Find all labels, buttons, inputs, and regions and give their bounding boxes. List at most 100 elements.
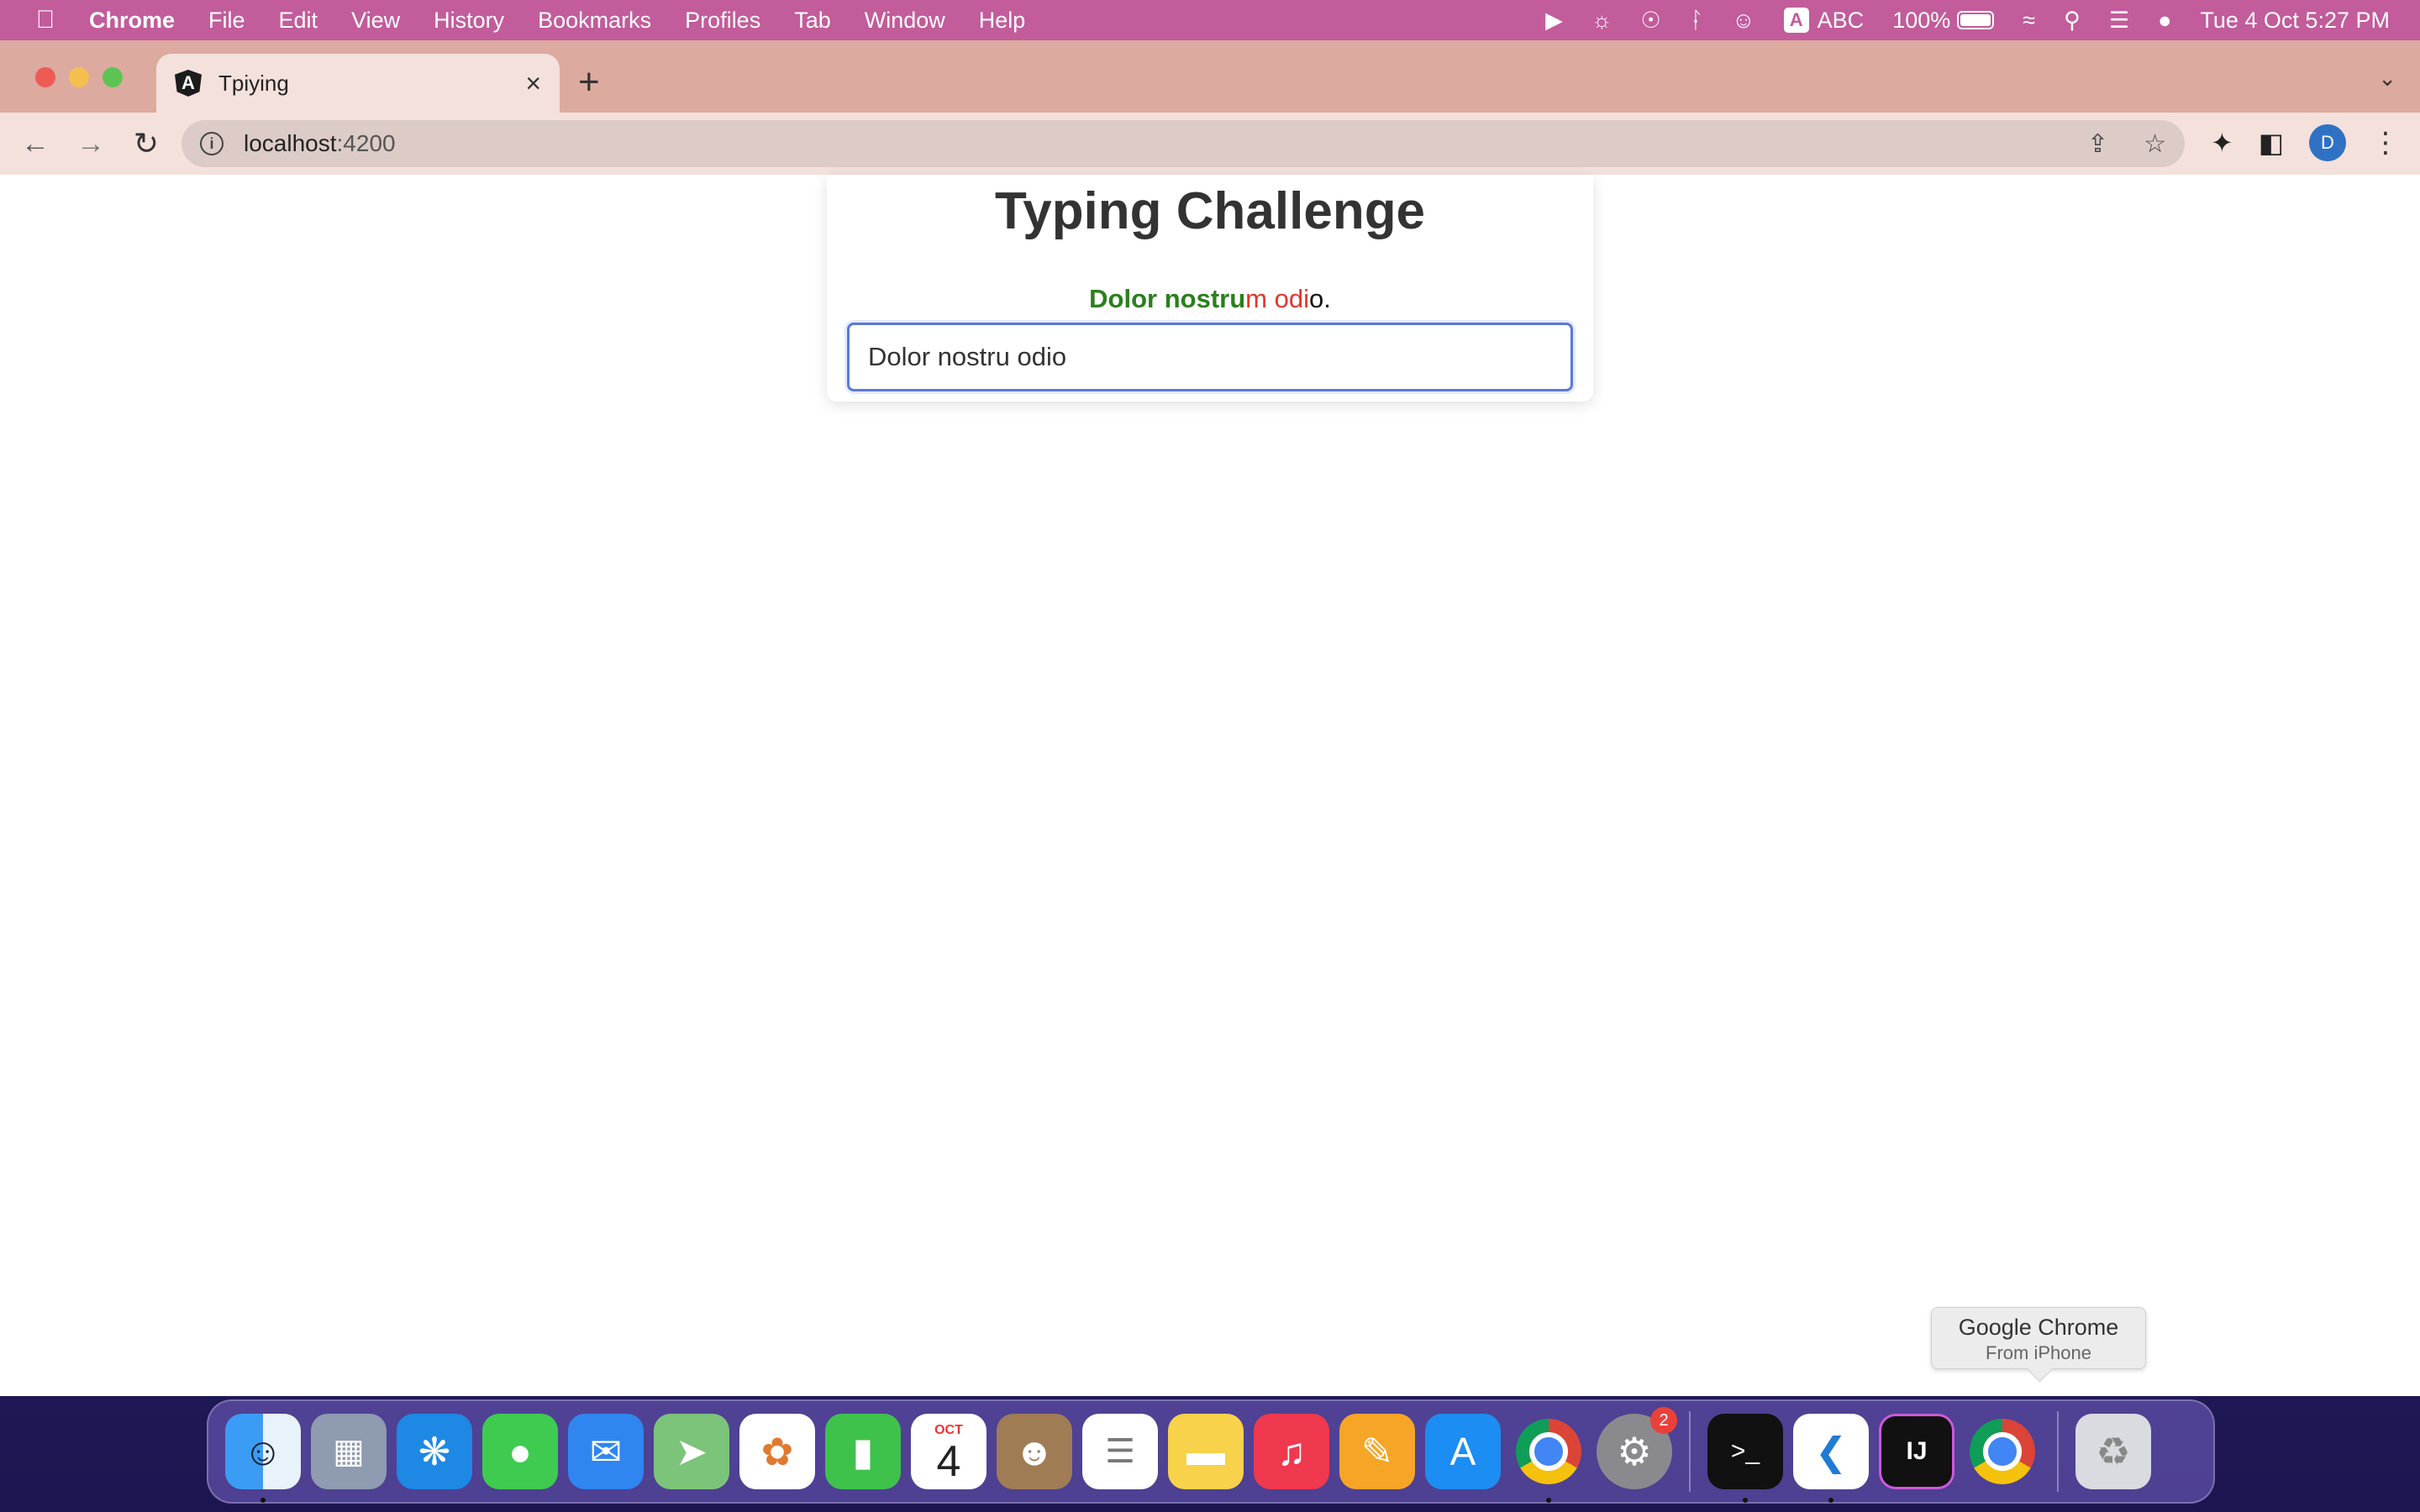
menu-bookmarks[interactable]: Bookmarks [538, 8, 651, 34]
system-settings-icon[interactable]: ⚙ 2 [1597, 1407, 1677, 1489]
intellij-label: IJ [1906, 1437, 1928, 1465]
finder-icon[interactable]: ☺ [225, 1414, 301, 1503]
siri-icon[interactable]: ● [2158, 8, 2171, 34]
side-panel-icon[interactable]: ◧ [2259, 127, 2284, 159]
trash-icon[interactable]: ♻ [2075, 1414, 2151, 1489]
challenge-pending-text: o. [1308, 284, 1331, 313]
close-tab-icon[interactable]: × [525, 68, 541, 99]
control-center-icon[interactable]: ☰ [2109, 8, 2129, 34]
contacts-icon[interactable]: ☻ [997, 1414, 1072, 1489]
maps-icon[interactable]: ➤ [654, 1414, 729, 1489]
menu-profiles[interactable]: Profiles [685, 8, 760, 34]
chevron-down-icon[interactable]: ⌄ [2378, 66, 2396, 92]
vscode-icon[interactable]: ❮ [1793, 1414, 1869, 1503]
tab-strip: A Tpiying × + ⌄ [0, 40, 2420, 113]
menu-help[interactable]: Help [979, 8, 1026, 34]
music-icon[interactable]: ♫ [1254, 1414, 1329, 1489]
chrome-logo [1516, 1419, 1581, 1484]
notes-icon[interactable]: ▬ [1168, 1414, 1244, 1489]
menu-tab[interactable]: Tab [794, 8, 831, 34]
running-indicator [1546, 1498, 1551, 1503]
spotlight-icon[interactable]: ⚲ [2064, 8, 2081, 34]
forward-button[interactable]: → [74, 128, 108, 160]
running-indicator [260, 1498, 266, 1503]
user-icon[interactable]: ☺ [1732, 8, 1755, 34]
mail-icon[interactable]: ✉ [568, 1414, 644, 1489]
menu-edit[interactable]: Edit [279, 8, 318, 34]
tab-active[interactable]: A Tpiying × [156, 54, 560, 113]
window-controls [35, 67, 136, 87]
url-host: localhost [244, 130, 337, 156]
dock-separator [2057, 1411, 2059, 1492]
page-title: Typing Challenge [994, 182, 1426, 240]
input-source-icon: A [1783, 8, 1809, 33]
safari-icon[interactable]: ❋ [397, 1414, 472, 1489]
launchpad-icon[interactable]: ▦ [311, 1414, 387, 1489]
maximize-window-button[interactable] [103, 67, 123, 87]
apple-icon[interactable]:  [30, 6, 60, 34]
clock[interactable]: Tue 4 Oct 5:27 PM [2200, 8, 2390, 34]
share-icon[interactable]: ⇪ [2087, 129, 2108, 159]
more-menu-icon[interactable]: ⋮ [2371, 126, 2400, 160]
dock-separator [1689, 1411, 1691, 1492]
app-store-icon[interactable]: A [1425, 1414, 1501, 1489]
new-tab-button[interactable]: + [578, 64, 600, 101]
pages-icon[interactable]: ✎ [1339, 1414, 1415, 1489]
tooltip-title: Google Chrome [1958, 1315, 2119, 1340]
airdrop-icon[interactable]: ☉ [1641, 8, 1661, 34]
profile-avatar[interactable]: D [2309, 124, 2346, 161]
chrome-icon[interactable] [1511, 1414, 1586, 1503]
battery-percent: 100% [1892, 7, 1951, 33]
page-content: Typing Challenge Dolor nostrum odio. [0, 175, 2420, 1396]
address-bar[interactable]: i localhost:4200 ⇪ ☆ [182, 120, 2185, 167]
tab-title: Tpiying [218, 70, 289, 96]
photos-icon[interactable]: ✿ [739, 1414, 815, 1489]
wifi-icon[interactable]: ≈ [2023, 8, 2035, 34]
browser-window: A Tpiying × + ⌄ ← → ↻ i localhost:4200 ⇪… [0, 40, 2420, 1396]
back-button[interactable]: ← [18, 128, 52, 160]
challenge-card: Typing Challenge Dolor nostrum odio. [827, 175, 1593, 402]
bookmark-star-icon[interactable]: ☆ [2144, 129, 2166, 159]
play-icon[interactable]: ▶ [1545, 8, 1563, 34]
menu-window[interactable]: Window [865, 8, 945, 34]
input-source[interactable]: A ABC [1783, 7, 1865, 34]
toolbar-right: ✦ ◧ D ⋮ [2186, 124, 2400, 161]
menu-bar:  Chrome File Edit View History Bookmark… [0, 0, 2420, 40]
tooltip-subtitle: From iPhone [1986, 1342, 2091, 1363]
running-indicator [1828, 1498, 1833, 1503]
menu-view[interactable]: View [351, 8, 400, 34]
input-source-label: ABC [1817, 7, 1865, 33]
menu-file[interactable]: File [208, 8, 245, 34]
close-window-button[interactable] [35, 67, 55, 87]
calendar-icon[interactable]: OCT 4 [911, 1414, 986, 1489]
running-indicator [1743, 1498, 1748, 1503]
intellij-icon[interactable]: IJ [1879, 1414, 1954, 1489]
reminders-icon[interactable]: ☰ [1082, 1414, 1158, 1489]
menu-app-chrome[interactable]: Chrome [89, 8, 175, 34]
calendar-day: 4 [936, 1437, 961, 1486]
battery-icon [1957, 11, 1995, 29]
notification-badge: 2 [1650, 1407, 1677, 1434]
facetime-icon[interactable]: ▮ [825, 1414, 901, 1489]
dock-tooltip: Google Chrome From iPhone [1931, 1307, 2146, 1369]
omnibox-actions: ⇪ ☆ [2052, 129, 2166, 159]
typing-input[interactable] [847, 323, 1573, 391]
reload-button[interactable]: ↻ [129, 126, 163, 161]
browser-toolbar: ← → ↻ i localhost:4200 ⇪ ☆ ✦ ◧ D ⋮ [0, 113, 2420, 175]
chrome-logo [1970, 1419, 2035, 1484]
angular-icon: A [175, 70, 202, 97]
battery-status[interactable]: 100% [1892, 7, 1995, 34]
messages-icon[interactable]: ● [482, 1414, 558, 1489]
extensions-icon[interactable]: ✦ [2211, 127, 2233, 159]
url-text[interactable]: localhost:4200 [244, 130, 396, 157]
menu-history[interactable]: History [434, 8, 504, 34]
minimize-window-button[interactable] [69, 67, 89, 87]
bluetooth-icon[interactable]: ᛛ [1690, 8, 1703, 34]
chrome-handoff-icon[interactable] [1965, 1414, 2040, 1489]
site-info-icon[interactable]: i [200, 132, 224, 155]
dock: ☺ ▦ ❋ ● ✉ ➤ ✿ ▮ OCT 4 ☻ ☰ ▬ ♫ ✎ A ⚙ 2 >_ ❮… [207, 1399, 2215, 1504]
brightness-icon[interactable]: ☼ [1591, 8, 1612, 34]
challenge-wrong-text: m odi [1245, 284, 1309, 313]
terminal-icon[interactable]: >_ [1707, 1414, 1783, 1503]
status-area: ▶ ☼ ☉ ᛛ ☺ A ABC 100% ≈ ⚲ ☰ ● Tue 4 Oct 5:… [1517, 8, 2390, 34]
